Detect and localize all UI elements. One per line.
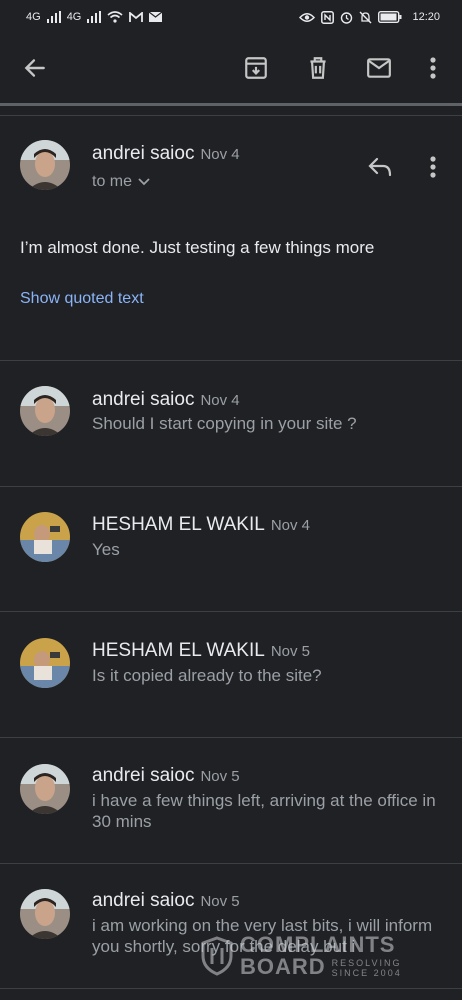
message-snippet[interactable]: i have a few things left, arriving at th… xyxy=(92,790,452,832)
message-body: I’m almost done. Just testing a few thin… xyxy=(20,238,375,257)
message-more-button[interactable] xyxy=(417,151,449,183)
message-date: Nov 4 xyxy=(200,392,240,409)
recipients-toggle[interactable]: to me xyxy=(92,173,150,191)
avatar[interactable] xyxy=(20,512,70,562)
message-date: Nov 5 xyxy=(270,643,310,660)
person-avatar-icon xyxy=(20,386,70,436)
clock: 12:20 xyxy=(412,11,440,23)
reply-button[interactable] xyxy=(364,151,396,183)
battery-icon xyxy=(378,11,402,23)
message-snippet[interactable]: Should I start copying in your site ? xyxy=(92,413,452,434)
thread-divider xyxy=(0,115,462,116)
watermark: COMPLAINTS BOARD RESOLVING SINCE 2004 xyxy=(200,930,420,982)
wifi-icon xyxy=(107,11,123,23)
list-item-sender[interactable]: andrei saioc Nov 4 xyxy=(92,389,240,411)
back-button[interactable] xyxy=(19,52,51,84)
sender-name: andrei saioc Nov 4 xyxy=(92,143,240,164)
avatar[interactable] xyxy=(20,140,70,190)
message-divider xyxy=(0,611,462,612)
delete-icon xyxy=(310,57,326,79)
person-avatar-icon xyxy=(20,764,70,814)
reply-icon xyxy=(368,157,392,177)
more-vert-icon xyxy=(430,57,436,79)
watermark-line2: BOARD xyxy=(240,954,326,979)
person-avatar-icon xyxy=(20,638,70,688)
delete-button[interactable] xyxy=(302,52,334,84)
mute-bell-icon xyxy=(359,11,372,23)
network-indicator: 4G xyxy=(26,11,41,23)
toolbar-divider xyxy=(0,103,462,106)
message-date: Nov 4 xyxy=(270,517,310,534)
signal-icon xyxy=(87,11,102,23)
message-divider xyxy=(0,988,462,989)
gmail-icon xyxy=(129,11,144,22)
list-item-sender[interactable]: HESHAM EL WAKIL Nov 4 xyxy=(92,514,310,536)
message-date: Nov 4 xyxy=(200,146,240,163)
list-item-sender[interactable]: andrei saioc Nov 5 xyxy=(92,765,240,787)
archive-button[interactable] xyxy=(240,52,272,84)
archive-icon xyxy=(245,57,267,79)
nfc-icon xyxy=(321,10,335,24)
more-vert-icon xyxy=(430,156,436,178)
message-date: Nov 5 xyxy=(200,768,240,785)
mark-unread-button[interactable] xyxy=(363,52,395,84)
toolbar xyxy=(0,34,462,102)
message-snippet[interactable]: Yes xyxy=(92,539,452,560)
message-date: Nov 5 xyxy=(200,893,240,910)
alarm-icon xyxy=(341,11,353,24)
chevron-down-icon xyxy=(138,178,150,186)
watermark-line1: COMPLAINTS xyxy=(240,932,396,957)
signal-icon xyxy=(46,11,61,23)
status-bar: 4G 4G 12:20 xyxy=(0,0,462,34)
person-avatar-icon xyxy=(20,889,70,939)
list-item-sender[interactable]: HESHAM EL WAKIL Nov 5 xyxy=(92,640,310,662)
show-quoted-text-link[interactable]: Show quoted text xyxy=(20,290,144,308)
avatar[interactable] xyxy=(20,386,70,436)
email-icon xyxy=(149,12,163,22)
person-avatar-icon xyxy=(20,140,70,190)
message-divider xyxy=(0,360,462,361)
more-options-button[interactable] xyxy=(417,52,449,84)
recipients-label: to me xyxy=(92,173,133,190)
message-divider xyxy=(0,486,462,487)
avatar[interactable] xyxy=(20,764,70,814)
message-divider xyxy=(0,863,462,864)
message-snippet[interactable]: Is it copied already to the site? xyxy=(92,665,452,686)
message-divider xyxy=(0,737,462,738)
back-arrow-icon xyxy=(24,59,45,77)
person-avatar-icon xyxy=(20,512,70,562)
avatar[interactable] xyxy=(20,889,70,939)
shield-icon xyxy=(201,936,233,976)
mark-unread-icon xyxy=(367,58,391,78)
watermark-tagline2: SINCE 2004 xyxy=(331,968,402,978)
eye-icon xyxy=(299,12,316,22)
network-indicator-2: 4G xyxy=(66,11,82,23)
list-item-sender[interactable]: andrei saioc Nov 5 xyxy=(92,890,240,912)
watermark-tagline1: RESOLVING xyxy=(331,958,402,968)
avatar[interactable] xyxy=(20,638,70,688)
